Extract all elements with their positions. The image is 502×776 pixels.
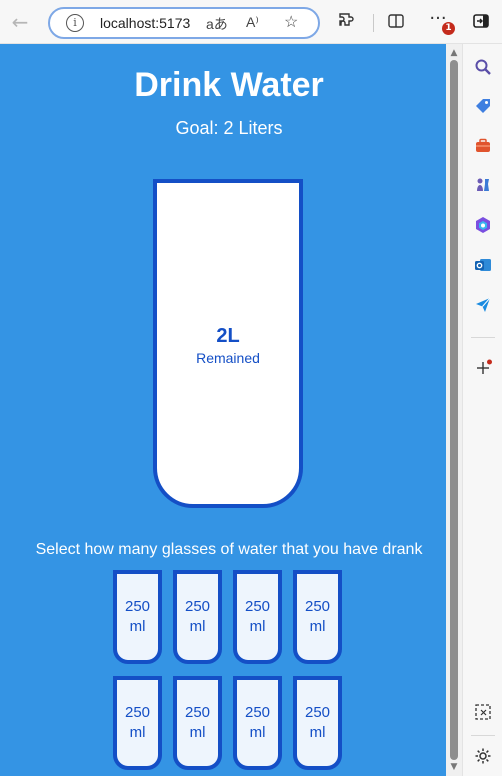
page-scrollbar[interactable]: ▲ ▼ [446, 44, 462, 776]
small-cup[interactable]: 250 ml [233, 570, 282, 664]
web-page: Drink Water Goal: 2 Liters 2L Remained S… [0, 44, 446, 776]
big-cup: 2L Remained [153, 179, 303, 508]
cup-unit: ml [249, 724, 266, 741]
cup-amount: 250 [244, 598, 271, 615]
small-cup[interactable]: 250 ml [113, 570, 162, 664]
briefcase-icon[interactable] [472, 135, 494, 157]
cup-amount: 250 [124, 598, 151, 615]
cup-amount: 250 [304, 704, 331, 721]
favorite-star-icon[interactable]: ☆ [284, 12, 298, 32]
scroll-up-icon[interactable]: ▲ [449, 48, 459, 58]
screenshot-icon[interactable] [472, 701, 494, 723]
split-screen-icon[interactable] [385, 12, 407, 34]
small-cup[interactable]: 250 ml [113, 676, 162, 770]
send-icon[interactable] [472, 293, 494, 315]
sidebar-divider [471, 337, 495, 338]
cup-amount: 250 [244, 704, 271, 721]
notification-badge: 1 [442, 22, 455, 35]
browser-sidebar [462, 44, 502, 776]
small-cup[interactable]: 250 ml [173, 676, 222, 770]
settings-icon[interactable] [472, 745, 494, 767]
instruction-text: Select how many glasses of water that yo… [35, 541, 423, 558]
scroll-down-icon[interactable]: ▼ [449, 762, 459, 772]
cup-unit: ml [189, 618, 206, 635]
remained-value: 2L [216, 325, 240, 347]
copilot-icon[interactable] [472, 214, 494, 236]
extensions-icon[interactable] [336, 12, 358, 34]
scrollbar-thumb[interactable] [450, 60, 458, 760]
cup-amount: 250 [124, 704, 151, 721]
read-aloud-icon[interactable]: A⁾ [246, 14, 259, 31]
tag-icon[interactable] [472, 95, 494, 117]
page-title: Drink Water [134, 66, 324, 104]
cup-unit: ml [309, 724, 326, 741]
sidebar-toggle-icon[interactable] [470, 12, 492, 34]
search-icon[interactable] [472, 56, 494, 78]
small-cup[interactable]: 250 ml [233, 676, 282, 770]
browser-toolbar: ← i localhost:5173 aあ A⁾ ☆ ··· 1 [0, 0, 502, 44]
cup-unit: ml [129, 618, 146, 635]
small-cup[interactable]: 250 ml [293, 676, 342, 770]
small-cup[interactable]: 250 ml [173, 570, 222, 664]
cup-unit: ml [129, 724, 146, 741]
glasses-grid: 250 ml 250 ml 250 ml 250 ml 250 ml 250 m… [113, 570, 345, 770]
toolbar-separator [373, 14, 374, 32]
address-bar[interactable]: i localhost:5173 aあ A⁾ ☆ [48, 7, 320, 39]
browser-window: ← i localhost:5173 aあ A⁾ ☆ ··· 1 Drink W… [0, 0, 502, 776]
remained-label: Remained [196, 350, 260, 366]
cup-unit: ml [309, 618, 326, 635]
info-icon[interactable]: i [66, 14, 84, 32]
goal-text: Goal: 2 Liters [175, 118, 283, 138]
remained-display: 2L Remained [157, 325, 299, 366]
translate-icon[interactable]: aあ [206, 14, 228, 34]
chess-icon[interactable] [472, 174, 494, 196]
cup-amount: 250 [304, 598, 331, 615]
small-cup[interactable]: 250 ml [293, 570, 342, 664]
add-icon[interactable] [472, 357, 494, 379]
url-text[interactable]: localhost:5173 [100, 15, 190, 31]
cup-unit: ml [249, 618, 266, 635]
cup-amount: 250 [184, 704, 211, 721]
outlook-icon[interactable] [472, 254, 494, 276]
back-icon[interactable]: ← [8, 11, 32, 35]
cup-unit: ml [189, 724, 206, 741]
sidebar-divider [471, 735, 495, 736]
cup-amount: 250 [184, 598, 211, 615]
